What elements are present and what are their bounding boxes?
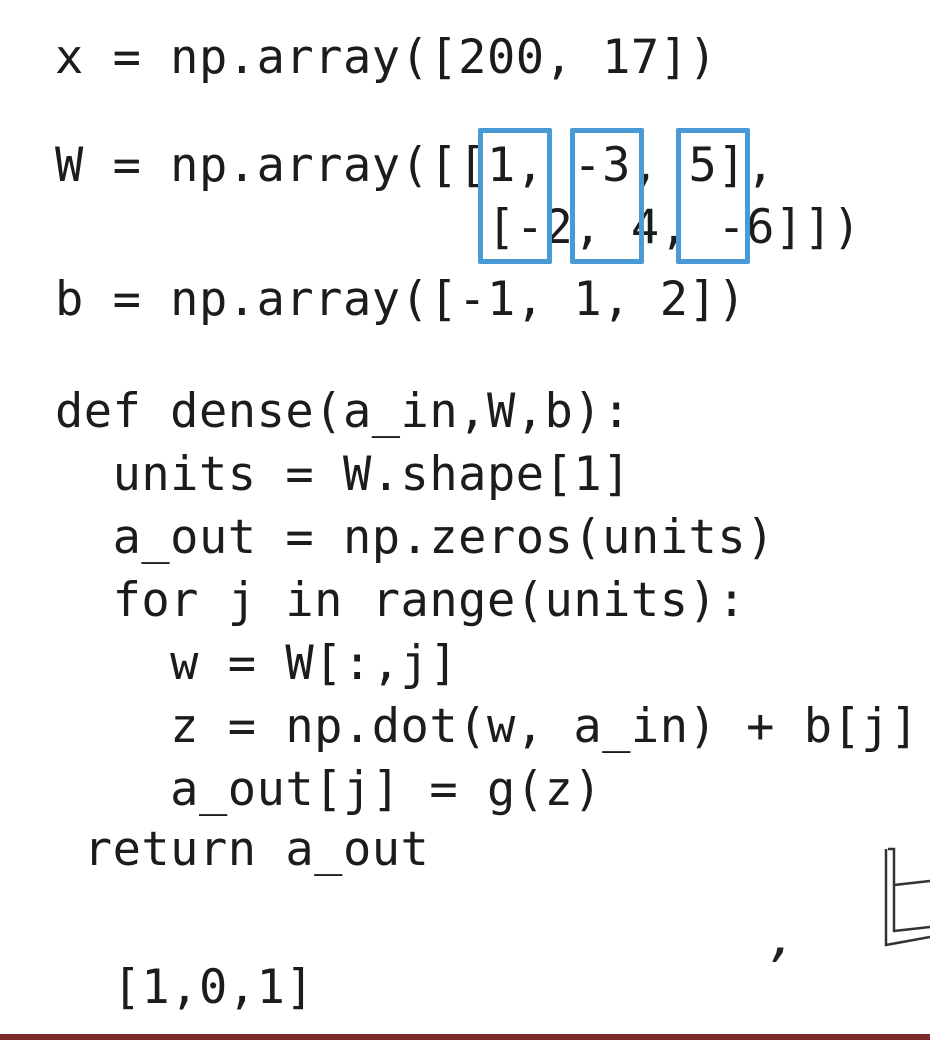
- code-line-return: return a_out: [55, 822, 430, 877]
- code-line-for: for j in range(units):: [55, 573, 747, 628]
- column-highlight-3: [676, 128, 750, 264]
- column-highlight-2: [570, 128, 644, 264]
- code-line-def: def dense(a_in,W,b):: [55, 384, 631, 439]
- handwritten-glyph-icon: [884, 847, 930, 947]
- handwritten-comma: ,: [772, 900, 792, 970]
- code-line-z: z = np.dot(w, a_in) + b[j]: [55, 699, 919, 754]
- code-line-x: x = np.array([200, 17]): [55, 30, 718, 85]
- footer-bar: [0, 1034, 930, 1040]
- column-highlight-1: [478, 128, 552, 264]
- code-line-aout: a_out = np.zeros(units): [55, 510, 775, 565]
- code-line-b: b = np.array([-1, 1, 2]): [55, 272, 747, 327]
- code-line-units: units = W.shape[1]: [55, 447, 631, 502]
- code-line-w1: W = np.array([[1, -3, 5],: [55, 138, 775, 193]
- code-line-result: [1,0,1]: [55, 960, 315, 1015]
- code-line-g: a_out[j] = g(z): [55, 762, 603, 817]
- code-line-wcol: w = W[:,j]: [55, 636, 459, 691]
